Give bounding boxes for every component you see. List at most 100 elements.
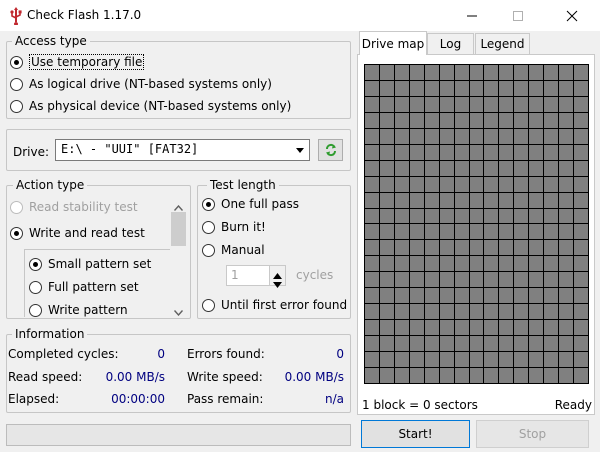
drive-map-cell [469,352,484,368]
drive-map-cell [484,160,499,176]
drive-map-cell [529,176,544,192]
radio-icon [10,226,23,240]
access-logical-drive-option[interactable]: As logical drive (NT-based systems only) [10,77,272,91]
small-pattern-option[interactable]: Small pattern set [29,257,151,271]
drive-map-cell [409,304,424,320]
drive-map-cell [379,352,394,368]
radio-icon [10,200,23,214]
drive-map-cell [365,65,379,80]
drive-map-cell [544,96,559,112]
one-full-pass-option[interactable]: One full pass [202,197,299,211]
drive-map-cell [469,224,484,240]
drive-map-cell [394,192,409,208]
drive-map-cell [559,224,574,240]
drive-map-cell [394,368,409,383]
stop-button[interactable]: Stop [476,420,589,448]
drive-map-cell [469,65,484,80]
drive-map-cell [529,272,544,288]
radio-icon [202,298,215,312]
drive-map-cell [544,112,559,128]
drive-map-cell [499,176,514,192]
drive-map-cell [424,224,439,240]
minimize-button[interactable] [449,0,495,31]
option-label: Use temporary file [29,54,145,70]
drive-map-cell [439,80,454,96]
drive-map-cell [544,272,559,288]
drive-map-cell [559,80,574,96]
option-label: One full pass [221,197,300,211]
drive-map-cell [409,160,424,176]
chevron-down-icon[interactable] [173,305,184,319]
drive-map-cell [514,80,529,96]
drive-map-cell [469,160,484,176]
drive-map-cell [365,352,379,368]
until-first-error-option[interactable]: Until first error found [202,298,347,312]
write-pattern-option[interactable]: Write pattern [29,303,128,317]
drive-map-cell [365,304,379,320]
action-type-scrollbar[interactable] [170,195,187,318]
drive-label: Drive: [13,145,50,159]
drive-map-cell [574,160,588,176]
write-speed-label: Write speed: [187,370,263,384]
access-temp-file-option[interactable]: Use temporary file [10,54,145,70]
drive-map-cell [529,160,544,176]
full-pattern-option[interactable]: Full pattern set [29,280,139,294]
tab-log[interactable]: Log [427,33,474,54]
drive-select-value: E:\ - "UUI" [FAT32] [61,142,199,156]
manual-option[interactable]: Manual [202,243,265,257]
information-legend: Information [12,327,88,341]
scrollbar-thumb[interactable] [171,212,186,246]
spin-down-icon[interactable] [273,277,282,291]
drive-map-cell [439,224,454,240]
drive-map-cell [559,144,574,160]
drive-map-cell [469,368,484,383]
drive-map-cell [439,288,454,304]
tab-legend[interactable]: Legend [475,33,530,54]
drive-map-cell [365,192,379,208]
drive-map-cell [394,176,409,192]
drive-map-cell [439,208,454,224]
drive-map-cell [514,272,529,288]
option-label: Write and read test [29,226,145,240]
access-physical-device-option[interactable]: As physical device (NT-based systems onl… [10,99,291,113]
drive-map-cell [469,144,484,160]
drive-map-cell [574,272,588,288]
drive-map-cell [394,256,409,272]
drive-map-cell [469,192,484,208]
drive-map-cell [365,176,379,192]
drive-map-cell [499,240,514,256]
close-button[interactable] [549,0,595,31]
drive-map-cell [484,336,499,352]
drive-map-cell [409,272,424,288]
test-length-legend: Test length [207,178,279,192]
drive-select[interactable]: E:\ - "UUI" [FAT32] [55,139,310,161]
cycles-stepper[interactable] [269,266,285,288]
drive-map-cell [409,176,424,192]
drive-map-cell [454,224,469,240]
tab-drive-map[interactable]: Drive map [359,31,427,55]
drive-map-grid [364,64,589,384]
maximize-button[interactable] [495,0,541,31]
write-read-option[interactable]: Write and read test [10,226,145,240]
drive-map-cell [394,224,409,240]
drive-map-cell [499,224,514,240]
start-button[interactable]: Start! [361,420,470,448]
drive-map-cell [379,112,394,128]
burn-it-option[interactable]: Burn it! [202,220,266,234]
read-stability-option[interactable]: Read stability test [10,200,138,214]
drive-map-cell [424,208,439,224]
chevron-down-icon[interactable] [291,140,309,160]
drive-map-cell [439,96,454,112]
drive-map-cell [379,192,394,208]
drive-map-cell [574,65,588,80]
option-label: Burn it! [221,220,266,234]
drive-map-cell [484,272,499,288]
drive-map-cell [469,176,484,192]
drive-map-cell [439,256,454,272]
option-label: As physical device (NT-based systems onl… [29,99,292,113]
refresh-drives-button[interactable] [318,139,343,161]
drive-map-cell [409,144,424,160]
drive-map-cell [439,240,454,256]
drive-map-cell [424,128,439,144]
drive-map-cell [484,288,499,304]
